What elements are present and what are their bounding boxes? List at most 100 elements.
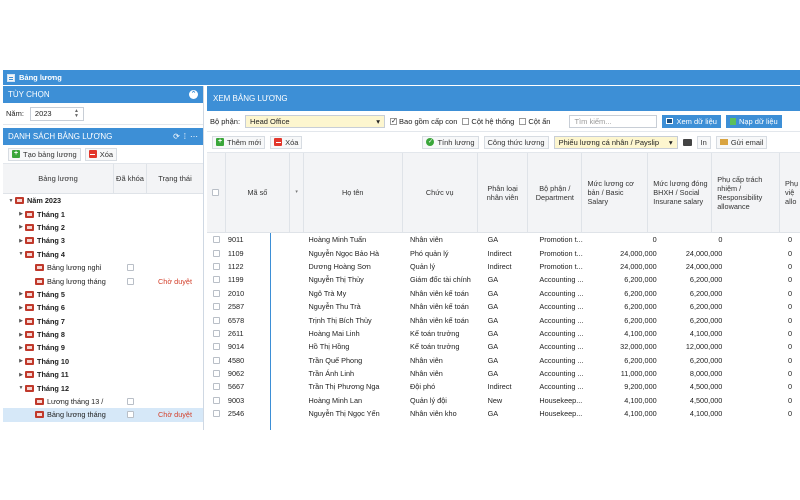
tree-col-locked[interactable]: Đã khóa [114,164,147,193]
col-insurance-salary[interactable]: Mức lương đóng BHXH / Social Insurane sa… [648,153,713,232]
row-select-cell[interactable] [207,276,226,284]
row-select-cell[interactable] [207,316,226,324]
dept-select[interactable]: Head Office ▾ [245,114,386,128]
caret-right-icon[interactable]: ▶ [17,358,25,364]
printer-icon[interactable] [682,138,692,146]
checkbox-icon[interactable] [212,383,220,391]
tree-row[interactable]: Bảng lương tháng Chờ duyệt [3,274,203,287]
col-dept[interactable]: Bộ phận / Department [528,153,583,232]
row-select-cell[interactable] [207,410,226,418]
table-row[interactable]: 2587 Nguyễn Thu Trà Nhân viên kế toán GA Acc… [207,300,800,313]
table-row[interactable]: 9062 Trần Ánh Linh Nhân viên GA Accounting .… [207,367,800,380]
row-select-cell[interactable] [207,356,226,364]
tree-col-status[interactable]: Trạng thái [147,164,203,193]
checkbox-icon[interactable] [127,398,134,406]
spinner-arrows-icon[interactable]: ▲ ▼ [74,108,79,119]
col-other-allowance[interactable]: Phụ việ allo [780,153,800,232]
table-row[interactable]: 4580 Trần Quế Phong Nhân viên GA Accounting … [207,354,800,367]
caret-right-icon[interactable]: ▶ [17,238,25,244]
year-spinner[interactable]: 2023 ▲ ▼ [29,106,84,121]
hidden-cols-checkbox[interactable]: Cột ẩn [519,117,550,126]
caret-right-icon[interactable]: ▶ [17,318,25,324]
checkbox-icon[interactable] [212,249,220,257]
caret-down-icon[interactable]: ▼ [7,198,15,204]
checkbox-icon[interactable] [212,316,220,324]
row-select-cell[interactable] [207,383,226,391]
tree-row[interactable]: ▶ Tháng 10 [3,355,203,368]
delete-payroll-button[interactable]: Xóa [84,147,118,161]
tree-row[interactable]: ▼ Tháng 12 [3,381,203,394]
checkbox-icon[interactable] [212,343,220,351]
col-code[interactable]: Mã số [226,153,291,232]
row-select-cell[interactable] [207,236,226,244]
print-button[interactable]: In [696,135,711,149]
table-row[interactable]: 1199 Nguyễn Thị Thủy Giám đốc tài chính GA A… [207,273,800,286]
col-position[interactable]: Chức vụ [403,153,478,232]
table-row[interactable]: 2546 Nguyễn Thị Ngọc Yến Nhân viên kho GA Ho… [207,407,800,420]
col-allowance[interactable]: Phụ cấp trách nhiệm / Responsibility all… [712,153,781,232]
caret-right-icon[interactable]: ▶ [17,332,25,338]
send-email-button[interactable]: Gửi email [715,135,768,149]
caret-right-icon[interactable]: ▶ [17,224,25,230]
col-basic-salary[interactable]: Mức lương cơ bản / Basic Salary [582,153,649,232]
checkbox-icon[interactable] [212,276,220,284]
checkbox-icon[interactable] [212,236,220,244]
col-type[interactable]: Phân loại nhân viên [478,153,529,232]
row-select-cell[interactable] [207,329,226,337]
tree-row[interactable]: ▼ Năm 2023 [3,194,203,207]
tree-row[interactable]: ▶ Tháng 6 [3,301,203,314]
tree-row[interactable]: ▶ Tháng 5 [3,288,203,301]
caret-down-icon[interactable]: ▼ [17,251,25,257]
row-select-cell[interactable] [207,343,226,351]
checkbox-icon[interactable] [212,303,220,311]
calc-payroll-button[interactable]: ✓ Tính lương [422,135,479,149]
tree-row[interactable]: ▶ Tháng 7 [3,315,203,328]
checkbox-icon[interactable] [212,189,220,196]
caret-right-icon[interactable]: ▶ [17,291,25,297]
add-button[interactable]: + Thêm mới [212,135,266,149]
checkbox-icon[interactable] [127,411,134,419]
create-payroll-button[interactable]: + Tạo bảng lương [8,147,81,161]
view-data-button[interactable]: Xem dữ liệu [662,114,721,128]
caret-right-icon[interactable]: ▶ [17,211,25,217]
tree-row[interactable]: Lương tháng 13 / [3,395,203,408]
checkbox-icon[interactable] [212,396,220,404]
tree-row[interactable]: ▶ Tháng 11 [3,368,203,381]
row-select-cell[interactable] [207,249,226,257]
formula-button[interactable]: Công thức lương [483,135,549,149]
checkbox-icon[interactable] [212,289,220,297]
tree-col-payroll[interactable]: Bảng lương [3,164,114,193]
tree-row[interactable]: ▶ Tháng 9 [3,341,203,354]
row-select-cell[interactable] [207,370,226,378]
select-all-cell[interactable] [207,153,226,232]
table-row[interactable]: 1109 Nguyễn Ngọc Bảo Hà Phó quản lý Indirec… [207,246,800,259]
checkbox-icon[interactable] [127,264,134,272]
table-row[interactable]: 9003 Hoàng Minh Lan Quản lý đội New Housekee… [207,394,800,407]
caret-right-icon[interactable]: ▶ [17,345,25,351]
collapse-tree-icon[interactable]: ⋯ [190,132,198,141]
checkbox-icon[interactable] [212,410,220,418]
table-row[interactable]: 1122 Dương Hoàng Sơn Quản lý Indirect Promot… [207,260,800,273]
delete-button[interactable]: Xóa [270,135,303,149]
checkbox-icon[interactable] [212,262,220,270]
tree-row[interactable]: ▼ Tháng 4 [3,248,203,261]
checkbox-icon[interactable] [212,370,220,378]
table-row[interactable]: 2010 Ngô Trà My Nhân viên kế toán GA Account… [207,287,800,300]
row-select-cell[interactable] [207,289,226,297]
payslip-select[interactable]: Phiếu lương cá nhân / Payslip ▾ [553,135,678,149]
tree-row[interactable]: ▶ Tháng 8 [3,328,203,341]
tree-row[interactable]: ▶ Tháng 3 [3,234,203,247]
row-select-cell[interactable] [207,396,226,404]
checkbox-icon[interactable] [212,329,220,337]
refresh-icon[interactable]: ⟳ [173,132,180,141]
table-row[interactable]: 5667 Trần Thị Phương Nga Đội phó Indirect Ac… [207,380,800,393]
search-input[interactable]: Tìm kiếm... [569,114,658,128]
include-children-checkbox[interactable]: ✓ Bao gồm cấp con [390,117,457,126]
caret-right-icon[interactable]: ▶ [17,372,25,378]
table-row[interactable]: 9014 Hồ Thị Hồng Kế toán trưởng GA Accountin… [207,340,800,353]
row-select-cell[interactable] [207,262,226,270]
checkbox-icon[interactable] [212,356,220,364]
expand-tree-icon[interactable]: ⁞ [184,132,186,141]
caret-down-icon[interactable]: ▼ [17,385,25,391]
tree-row[interactable]: Bảng lương tháng Chờ duyệt [3,408,203,422]
